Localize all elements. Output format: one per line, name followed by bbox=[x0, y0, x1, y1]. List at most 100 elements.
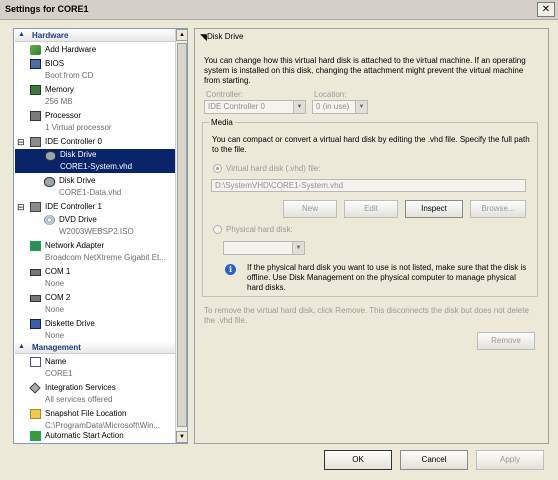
tree-item-disk-drive-data[interactable]: Disk Drive CORE1-Data.vhd bbox=[14, 175, 175, 199]
tree-item-label: DVD Drive bbox=[59, 215, 97, 224]
close-button[interactable]: ✕ bbox=[537, 2, 555, 17]
scroll-thumb[interactable] bbox=[177, 43, 187, 427]
scroll-down-icon[interactable]: ▼ bbox=[176, 431, 188, 443]
tree-item-sub: All services offered bbox=[45, 395, 113, 404]
chevron-down-icon: ▼ bbox=[293, 101, 305, 113]
vhd-path-input[interactable]: D:\SystemVHD\CORE1-System.vhd bbox=[211, 179, 526, 192]
tree-item-disk-drive-system[interactable]: Disk Drive CORE1-System.vhd bbox=[15, 149, 176, 173]
scroll-up-icon[interactable]: ▲ bbox=[176, 29, 188, 41]
collapse-icon: ⊟ bbox=[17, 202, 25, 212]
tree-item-label: Disk Drive bbox=[60, 150, 97, 159]
tree-item-label: Disk Drive bbox=[59, 176, 96, 185]
edit-button[interactable]: Edit bbox=[344, 200, 398, 218]
inspect-button[interactable]: Inspect bbox=[405, 200, 463, 218]
diskette-drive-icon bbox=[30, 319, 41, 329]
tree-item-sub: 256 MB bbox=[45, 97, 73, 106]
tree-item-label: Add Hardware bbox=[45, 45, 97, 54]
name-icon bbox=[30, 357, 41, 367]
panel-description: You can change how this virtual hard dis… bbox=[204, 56, 526, 85]
vhd-radio-label: Virtual hard disk (.vhd) file: bbox=[226, 164, 321, 173]
ide-controller-icon bbox=[30, 202, 41, 212]
remove-button[interactable]: Remove bbox=[477, 332, 535, 350]
network-adapter-icon bbox=[30, 241, 41, 251]
tree-item-label: Processor bbox=[45, 111, 82, 120]
chevron-down-icon: ▼ bbox=[355, 101, 367, 113]
cancel-button[interactable]: Cancel bbox=[400, 450, 468, 470]
tree-item-sub: CORE1-System.vhd bbox=[60, 162, 133, 171]
tree-item-integration-services[interactable]: Integration Services All services offere… bbox=[14, 382, 175, 406]
section-management[interactable]: ▲ Management bbox=[15, 342, 176, 354]
panel-header: Disk Drive bbox=[207, 32, 244, 41]
remove-description: To remove the virtual hard disk, click R… bbox=[204, 306, 529, 325]
tree-item-add-hardware[interactable]: Add Hardware bbox=[14, 44, 175, 56]
collapse-icon: ⊟ bbox=[17, 137, 25, 147]
tree-item-com-2[interactable]: COM 2 None bbox=[14, 292, 175, 316]
physical-disk-info: If the physical hard disk you want to us… bbox=[247, 263, 527, 292]
tree-item-automatic-start-action[interactable]: Automatic Start Action bbox=[14, 430, 175, 442]
tree-item-snapshot-file-location[interactable]: Snapshot File Location C:\ProgramData\Mi… bbox=[14, 408, 175, 432]
ok-button[interactable]: OK bbox=[324, 450, 392, 470]
tree-item-label: Memory bbox=[45, 85, 74, 94]
tree-item-sub: Boot from CD bbox=[45, 71, 94, 80]
tree-item-label: Network Adapter bbox=[45, 241, 105, 250]
physical-disk-label: Physical hard disk: bbox=[226, 225, 293, 234]
tree-item-sub: None bbox=[45, 305, 65, 314]
tree-item-name[interactable]: Name CORE1 bbox=[14, 356, 175, 380]
tree-item-bios[interactable]: BIOS Boot from CD bbox=[14, 58, 175, 82]
tree-item-sub: CORE1-Data.vhd bbox=[59, 188, 122, 197]
media-group-label: Media bbox=[209, 118, 235, 127]
dvd-drive-icon bbox=[44, 215, 55, 225]
controller-select[interactable]: IDE Controller 0 ▼ bbox=[204, 100, 306, 114]
tree-item-network-adapter[interactable]: Network Adapter Broadcom NetXtreme Gigab… bbox=[14, 240, 175, 264]
processor-icon bbox=[30, 111, 41, 121]
tree-item-label: IDE Controller 0 bbox=[45, 137, 102, 146]
section-hardware[interactable]: ▲ Hardware bbox=[15, 30, 176, 42]
tree-item-com-1[interactable]: COM 1 None bbox=[14, 266, 175, 290]
new-button[interactable]: New bbox=[283, 200, 337, 218]
tree-item-label: IDE Controller 1 bbox=[45, 202, 102, 211]
chevron-up-icon: ▲ bbox=[18, 343, 25, 350]
browse-button[interactable]: Browse... bbox=[470, 200, 526, 218]
tree-item-sub: None bbox=[45, 279, 65, 288]
window-title: Settings for CORE1 bbox=[5, 4, 89, 14]
info-icon: i bbox=[225, 264, 236, 275]
tree-item-processor[interactable]: Processor 1 Virtual processor bbox=[14, 110, 175, 134]
ide-controller-icon bbox=[30, 137, 41, 147]
com-port-icon bbox=[30, 295, 41, 302]
tree-item-sub: None bbox=[45, 331, 65, 340]
location-value: 0 (in use) bbox=[316, 102, 350, 111]
tree-item-dvd-drive[interactable]: DVD Drive W2003WEBSP2.ISO bbox=[14, 214, 175, 238]
tree-item-label: COM 1 bbox=[45, 267, 71, 276]
tree-item-label: Diskette Drive bbox=[45, 319, 95, 328]
tree-item-ide-controller-0[interactable]: ⊟ IDE Controller 0 bbox=[14, 136, 175, 148]
tree-item-label: Automatic Start Action bbox=[45, 431, 124, 440]
chevron-down-icon: ▼ bbox=[292, 242, 304, 254]
settings-tree: ▲ Hardware Add Hardware BIOS Boot from C… bbox=[13, 28, 188, 444]
media-description: You can compact or convert a virtual har… bbox=[212, 135, 530, 154]
disk-drive-panel-icon: ◥ bbox=[200, 32, 207, 42]
close-icon: ✕ bbox=[541, 4, 551, 15]
physical-disk-select[interactable]: ▼ bbox=[223, 241, 305, 255]
automatic-start-icon bbox=[30, 431, 41, 441]
tree-item-memory[interactable]: Memory 256 MB bbox=[14, 84, 175, 108]
tree-scrollbar[interactable]: ▲ ▼ bbox=[175, 29, 188, 443]
tree-item-sub: 1 Virtual processor bbox=[45, 123, 112, 132]
apply-button[interactable]: Apply bbox=[476, 450, 544, 470]
tree-item-diskette-drive[interactable]: Diskette Drive None bbox=[14, 318, 175, 342]
location-label: Location: bbox=[314, 90, 347, 99]
tree-item-sub: CORE1 bbox=[45, 369, 73, 378]
tree-item-label: Snapshot File Location bbox=[45, 409, 127, 418]
snapshot-folder-icon bbox=[30, 409, 41, 419]
physical-disk-radio[interactable] bbox=[213, 225, 222, 234]
vhd-radio[interactable] bbox=[213, 164, 222, 173]
disk-drive-icon bbox=[44, 177, 55, 187]
management-header: Management bbox=[32, 343, 81, 352]
hardware-header: Hardware bbox=[32, 31, 69, 40]
tree-item-sub: Broadcom NetXtreme Gigabit Et... bbox=[45, 253, 166, 262]
tree-item-label: Name bbox=[45, 357, 67, 366]
controller-label: Controller: bbox=[206, 90, 243, 99]
tree-item-label: Integration Services bbox=[45, 383, 116, 392]
tree-item-ide-controller-1[interactable]: ⊟ IDE Controller 1 bbox=[14, 201, 175, 213]
disk-drive-icon bbox=[45, 151, 56, 161]
location-select[interactable]: 0 (in use) ▼ bbox=[312, 100, 368, 114]
